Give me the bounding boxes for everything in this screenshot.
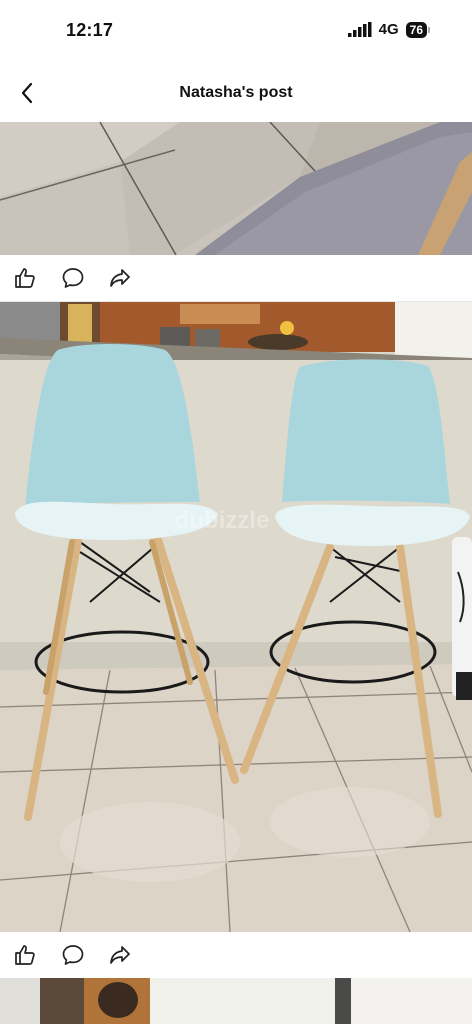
like-icon [15, 945, 35, 965]
comment-icon [62, 268, 84, 288]
watermark-text: dubizzle [175, 507, 270, 534]
post-photo-floor[interactable] [0, 122, 472, 255]
network-type: 4G [378, 21, 399, 38]
like-button[interactable] [12, 942, 38, 968]
battery-icon: 76 [405, 21, 430, 38]
status-bar: 12:17 4G 76 [0, 0, 472, 62]
share-button[interactable] [107, 265, 133, 291]
like-button[interactable] [12, 265, 38, 291]
like-icon [15, 268, 35, 288]
post-actions-1 [0, 255, 472, 302]
signal-icon [347, 21, 372, 37]
share-icon [110, 269, 130, 287]
comment-button[interactable] [60, 942, 86, 968]
comment-button[interactable] [60, 265, 86, 291]
page-title: Natasha's post [179, 84, 293, 101]
status-time: 12:17 [66, 20, 114, 40]
comment-icon [62, 945, 84, 965]
battery-level: 76 [405, 21, 427, 38]
post-photo-bar-stools[interactable]: dubizzle [0, 302, 472, 932]
share-button[interactable] [107, 942, 133, 968]
status-indicators: 4G 76 [347, 21, 430, 38]
share-icon [110, 946, 130, 964]
post-photo-painting[interactable] [0, 978, 472, 1024]
post-header: Natasha's post [0, 62, 472, 122]
post-actions-2 [0, 932, 472, 979]
